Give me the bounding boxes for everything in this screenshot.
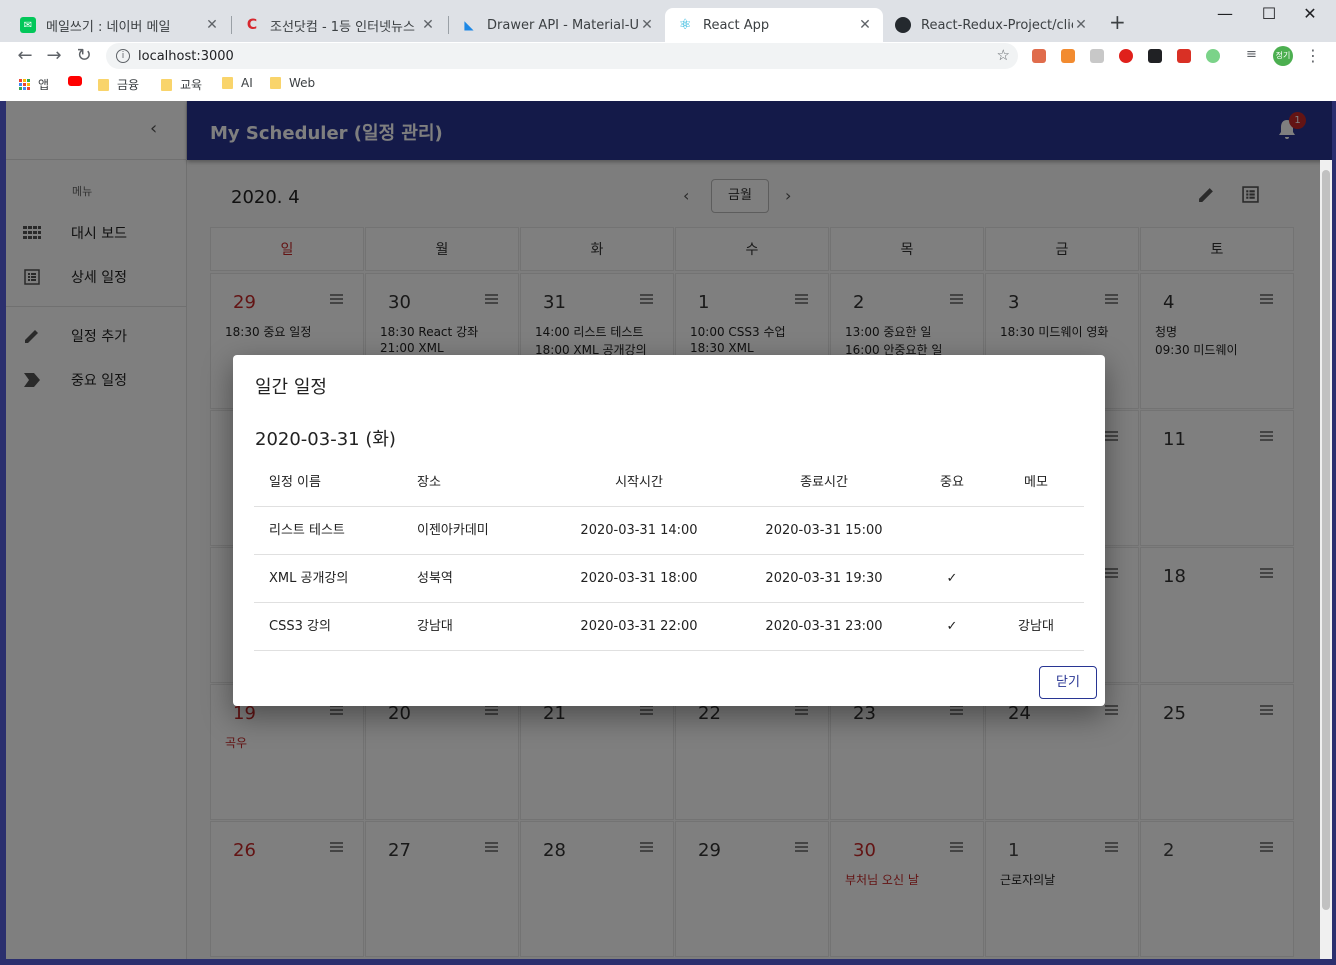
new-tab-button[interactable]: + [1109, 10, 1126, 34]
chosun-icon: C [246, 17, 258, 33]
tab-title: React-Redux-Project/client/ [921, 17, 1073, 33]
bookmark-folder-education[interactable]: 교육 [161, 76, 202, 93]
bookmark-apps[interactable]: 앱 [19, 76, 49, 93]
column-header: 종료시간 [800, 475, 848, 490]
cell-end: 2020-03-31 23:00 [765, 619, 883, 634]
browser-tab-github[interactable]: React-Redux-Project/client/ ✕ [883, 8, 1099, 42]
tab-title: React App [703, 17, 770, 33]
profile-avatar[interactable]: 정기 [1273, 46, 1293, 66]
daily-schedule-dialog: 일간 일정 2020-03-31 (화) 일정 이름 장소 시작시간 종료시간 … [233, 355, 1105, 706]
terminal-extension-icon[interactable] [1148, 49, 1162, 63]
extension-icon[interactable] [1177, 49, 1191, 63]
tab-title: 메일쓰기 : 네이버 메일 [46, 19, 171, 35]
close-icon[interactable]: ✕ [420, 17, 436, 33]
back-button[interactable]: ← [12, 42, 38, 70]
tab-title: 조선닷컴 - 1등 인터넷뉴스 [270, 19, 415, 35]
bookmark-label: AI [241, 76, 253, 90]
bookmark-label: 앱 [38, 78, 50, 92]
column-header: 메모 [1024, 475, 1048, 490]
page-scrollbar[interactable] [1320, 160, 1332, 959]
bookmark-label: 금융 [117, 78, 140, 92]
reading-list-icon[interactable]: ≡ [1246, 47, 1260, 62]
address-bar[interactable]: i localhost:3000 ☆ [106, 43, 1018, 69]
tab-title: Drawer API - Material-UI [487, 17, 639, 33]
pdf-extension-icon[interactable] [1032, 49, 1046, 63]
dialog-date: 2020-03-31 (화) [255, 429, 396, 450]
scrollbar-thumb[interactable] [1322, 170, 1330, 910]
browser-tab-material-ui[interactable]: ◣ Drawer API - Material-UI ✕ [449, 8, 665, 42]
cell-name: 리스트 테스트 [269, 523, 345, 538]
cell-end: 2020-03-31 15:00 [765, 523, 883, 538]
url-text[interactable]: localhost:3000 [138, 49, 234, 64]
close-dialog-button[interactable]: 닫기 [1039, 666, 1097, 699]
column-header: 장소 [417, 475, 441, 490]
check-icon: ✓ [946, 619, 958, 634]
close-icon[interactable]: ✕ [1073, 17, 1089, 33]
close-icon[interactable]: ✕ [857, 17, 873, 33]
cell-end: 2020-03-31 19:30 [765, 571, 883, 586]
browser-tab-naver-mail[interactable]: ✉ 메일쓰기 : 네이버 메일 ✕ [8, 8, 230, 42]
window-close-button[interactable]: ✕ [1290, 4, 1330, 23]
bookmark-star-icon[interactable]: ☆ [997, 46, 1010, 64]
minimize-button[interactable]: — [1205, 4, 1245, 23]
browser-tab-chosun[interactable]: C 조선닷컴 - 1등 인터넷뉴스 ✕ [232, 8, 446, 42]
naver-mail-icon: ✉ [20, 17, 36, 33]
folder-icon [222, 77, 233, 89]
bookmark-folder-finance[interactable]: 금융 [98, 76, 139, 93]
table-row[interactable]: XML 공개강의 성북역 2020-03-31 18:00 2020-03-31… [254, 555, 1084, 603]
bookmark-label: 교육 [180, 78, 203, 92]
column-header: 중요 [940, 475, 964, 490]
dialog-title: 일간 일정 [255, 377, 327, 398]
extension-icon[interactable] [1206, 49, 1220, 63]
material-ui-icon: ◣ [464, 18, 474, 32]
cell-start: 2020-03-31 18:00 [580, 571, 698, 586]
table-row[interactable]: 리스트 테스트 이젠아카데미 2020-03-31 14:00 2020-03-… [254, 507, 1084, 555]
browser-toolbar: ← → ↻ i localhost:3000 ☆ ≡ 정기 ⋮ [0, 42, 1336, 72]
browser-tab-react-app[interactable]: ⚛ React App ✕ [665, 8, 883, 42]
forward-button[interactable]: → [41, 42, 67, 70]
column-header: 시작시간 [615, 475, 663, 490]
column-header: 일정 이름 [269, 475, 321, 490]
extension-icon[interactable] [1090, 49, 1104, 63]
cell-place: 성북역 [417, 571, 453, 586]
opera-extension-icon[interactable] [1119, 49, 1133, 63]
table-header-row: 일정 이름 장소 시작시간 종료시간 중요 메모 [254, 459, 1084, 507]
more-vert-icon[interactable]: ⋮ [1305, 46, 1321, 65]
cell-place: 강남대 [417, 619, 453, 634]
ex-extension-icon[interactable] [1061, 49, 1075, 63]
bookmarks-bar: 앱 금융 교육 AI Web [0, 73, 1336, 97]
github-icon [895, 17, 911, 33]
maximize-button[interactable]: ☐ [1249, 4, 1289, 23]
bookmark-folder-ai[interactable]: AI [222, 76, 253, 90]
bookmark-youtube[interactable] [68, 76, 82, 86]
cell-name: XML 공개강의 [269, 571, 349, 586]
bookmark-folder-web[interactable]: Web [270, 76, 315, 90]
site-info-icon[interactable]: i [116, 49, 130, 63]
folder-icon [161, 78, 172, 91]
cell-start: 2020-03-31 14:00 [580, 523, 698, 538]
cell-name: CSS3 강의 [269, 619, 331, 634]
table-row[interactable]: CSS3 강의 강남대 2020-03-31 22:00 2020-03-31 … [254, 603, 1084, 651]
cell-place: 이젠아카데미 [417, 523, 489, 538]
folder-icon [270, 77, 281, 89]
apps-grid-icon [19, 79, 30, 90]
reload-button[interactable]: ↻ [71, 42, 97, 70]
close-icon[interactable]: ✕ [639, 17, 655, 33]
bookmark-label: Web [289, 76, 316, 90]
browser-chrome: ✉ 메일쓰기 : 네이버 메일 ✕ C 조선닷컴 - 1등 인터넷뉴스 ✕ ◣ … [0, 0, 1336, 101]
react-icon: ⚛ [678, 17, 692, 33]
folder-icon [98, 78, 109, 91]
tab-strip: ✉ 메일쓰기 : 네이버 메일 ✕ C 조선닷컴 - 1등 인터넷뉴스 ✕ ◣ … [0, 0, 1336, 42]
youtube-icon [68, 76, 82, 86]
cell-start: 2020-03-31 22:00 [580, 619, 698, 634]
cell-memo: 강남대 [1018, 619, 1054, 634]
check-icon: ✓ [946, 571, 958, 586]
close-icon[interactable]: ✕ [204, 17, 220, 33]
